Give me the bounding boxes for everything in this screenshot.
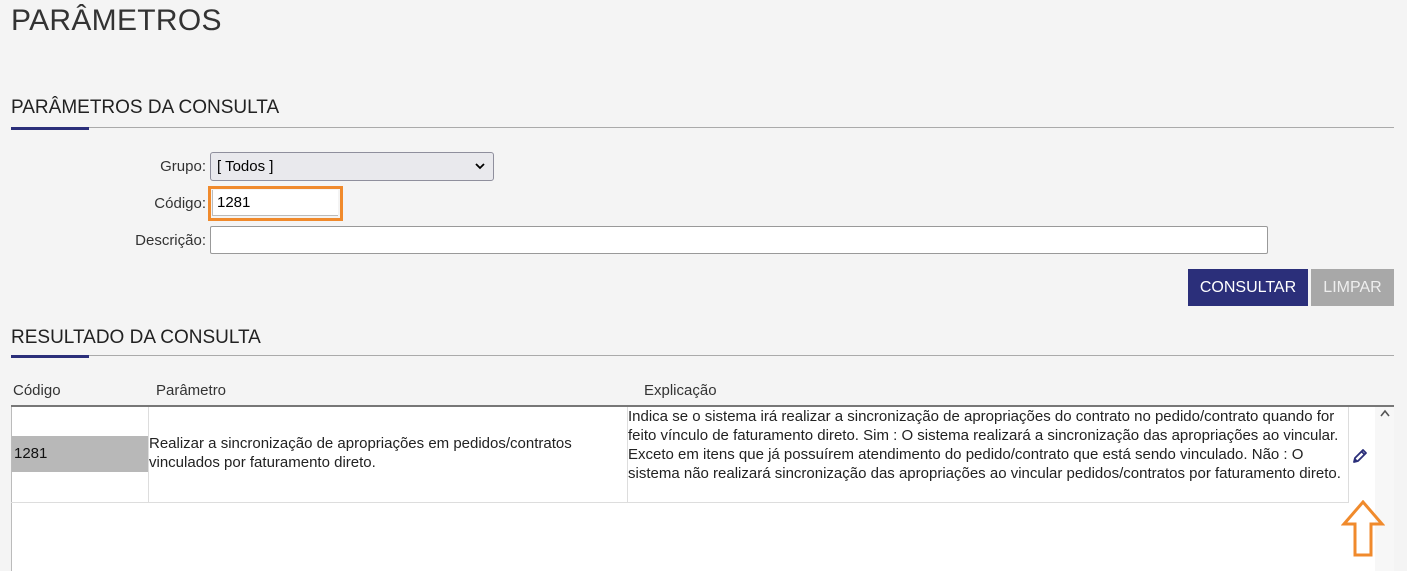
result-section-accent [11, 355, 89, 358]
group-select[interactable]: [ Todos ] [210, 152, 494, 181]
description-field[interactable] [210, 226, 1268, 254]
pencil-icon[interactable] [1350, 446, 1370, 466]
row-parameter-cell[interactable]: Realizar a sincronização de apropriações… [149, 434, 619, 472]
query-section-title: PARÂMETROS DA CONSULTA [11, 97, 280, 118]
result-section-divider [11, 355, 1394, 356]
group-label: Grupo: [160, 158, 206, 175]
code-field[interactable]: 1281 [212, 190, 338, 216]
result-section-title: RESULTADO DA CONSULTA [11, 327, 261, 348]
row-divider [11, 502, 1349, 503]
column-header-parameter[interactable]: Parâmetro [156, 382, 226, 399]
description-label: Descrição: [135, 232, 206, 249]
code-label: Código: [154, 195, 206, 212]
query-section-accent [11, 127, 89, 130]
column-divider [1348, 407, 1349, 503]
chevron-down-icon [475, 163, 485, 170]
row-code-cell[interactable]: 1281 [12, 436, 148, 472]
column-header-code[interactable]: Código [13, 382, 61, 399]
arrow-up-icon [1341, 500, 1385, 557]
clear-button[interactable]: LIMPAR [1311, 269, 1394, 306]
group-select-value: [ Todos ] [217, 158, 274, 175]
column-header-explanation[interactable]: Explicação [644, 382, 717, 399]
query-section-divider [11, 127, 1394, 128]
row-explanation-cell[interactable]: Indica se o sistema irá realizar a sincr… [628, 407, 1346, 483]
chevron-up-icon[interactable] [1380, 409, 1390, 417]
consult-button[interactable]: CONSULTAR [1188, 269, 1308, 306]
page-title: PARÂMETROS [11, 4, 222, 37]
